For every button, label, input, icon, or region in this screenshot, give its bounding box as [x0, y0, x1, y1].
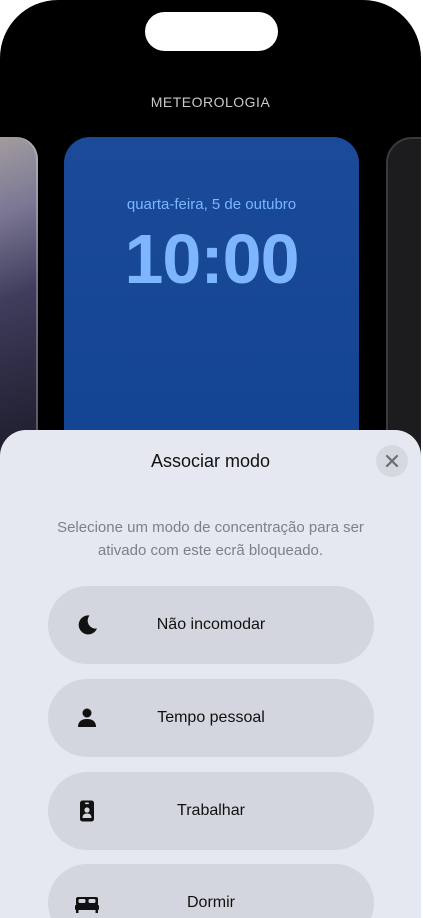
mode-option-do-not-disturb[interactable]: Não incomodar: [48, 586, 374, 664]
mode-option-sleep[interactable]: Dormir: [48, 864, 374, 918]
mode-label: Não incomodar: [156, 616, 266, 633]
wallpaper-card-current[interactable]: quarta-feira, 5 de outubro 10:00: [64, 137, 359, 467]
close-icon: [385, 454, 399, 468]
mode-label: Trabalhar: [177, 802, 245, 819]
lockscreen-time: 10:00: [124, 220, 299, 298]
wallpaper-card-previous[interactable]: [0, 137, 38, 467]
sheet-title: Associar modo: [150, 451, 271, 471]
mode-option-work[interactable]: Trabalhar: [48, 772, 374, 850]
dynamic-island: [145, 12, 278, 51]
phone-screen: METEOROLOGIA quarta-feira, 5 de outubro …: [0, 0, 421, 918]
link-focus-sheet: Associar modo Selecione um modo de conce…: [0, 430, 421, 918]
sheet-description: Selecione um modo de concentração para s…: [57, 519, 364, 559]
mode-label: Tempo pessoal: [157, 709, 265, 726]
mode-option-personal-time[interactable]: Tempo pessoal: [48, 679, 374, 757]
lockscreen-date: quarta-feira, 5 de outubro: [126, 196, 297, 213]
lockscreen-category-label: METEOROLOGIA: [150, 94, 271, 110]
wallpaper-card-next[interactable]: [386, 137, 421, 471]
mode-label: Dormir: [187, 894, 235, 911]
close-button[interactable]: [376, 445, 408, 477]
